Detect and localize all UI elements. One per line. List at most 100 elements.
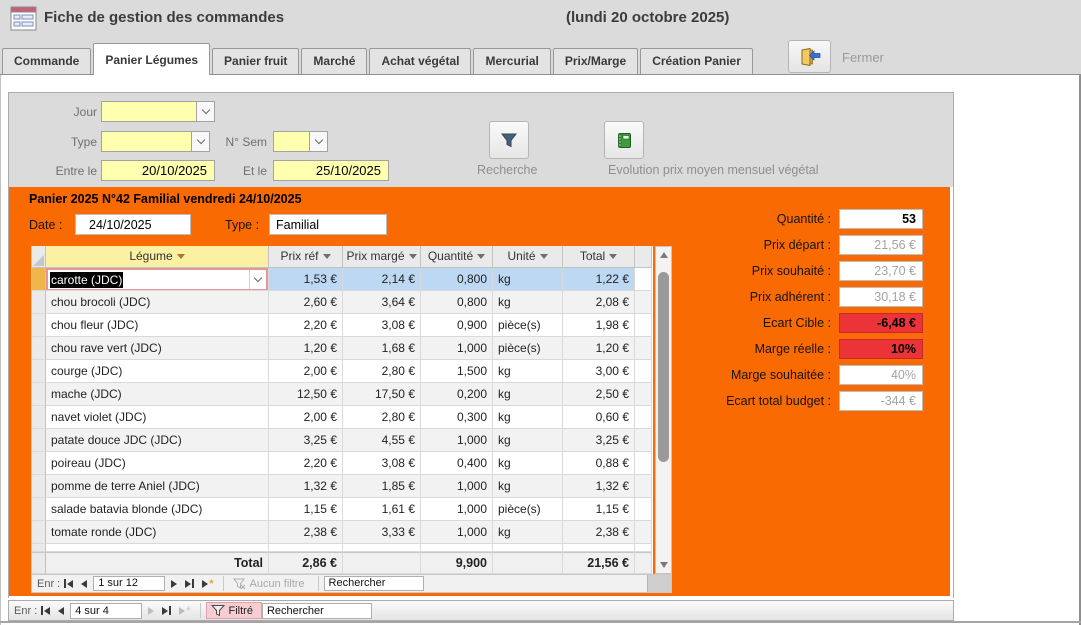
table-row[interactable]: mache (JDC)12,50 €17,50 €0,200kg2,50 € [32, 383, 653, 406]
record-position[interactable]: 1 sur 12 [93, 576, 165, 591]
cell-prix-marge[interactable]: 1,61 € [343, 498, 421, 521]
cell-legume[interactable]: salade batavia blonde (JDC) [46, 498, 269, 521]
table-row[interactable]: chou fleur (JDC)2,20 €3,08 €0,900pièce(s… [32, 314, 653, 337]
row-selector[interactable] [32, 521, 46, 544]
cell-legume[interactable]: chou fleur (JDC) [46, 314, 269, 337]
column-dropdown-icon[interactable] [540, 254, 548, 259]
table-row[interactable]: tomate ronde (JDC)2,38 €3,33 €1,000kg2,3… [32, 521, 653, 544]
tab-march-[interactable]: Marché [301, 48, 367, 74]
filtered-button[interactable]: Filtré [206, 602, 262, 619]
select-all-corner[interactable] [32, 246, 46, 268]
cell-quantite[interactable]: 1,000 [421, 521, 493, 544]
type-dropdown-button[interactable] [191, 132, 209, 151]
last-record-button[interactable] [162, 606, 171, 615]
record-position[interactable]: 4 sur 4 [70, 603, 142, 619]
table-row[interactable]: chou brocoli (JDC)2,60 €3,64 €0,800kg2,0… [32, 291, 653, 314]
cell-prix-marge[interactable]: 2,80 € [343, 406, 421, 429]
cell-legume[interactable]: mache (JDC) [46, 383, 269, 406]
column-header-5[interactable]: Unité [493, 246, 563, 268]
cell-quantite[interactable]: 0,300 [421, 406, 493, 429]
summary-value[interactable]: 23,70 € [839, 261, 923, 281]
column-header-1[interactable]: Légume [46, 246, 269, 268]
form-search-input[interactable]: Rechercher [262, 603, 372, 619]
cell-prix-ref[interactable]: 2,20 € [269, 314, 343, 337]
summary-value[interactable]: 30,18 € [839, 287, 923, 307]
row-selector[interactable] [32, 360, 46, 383]
summary-value[interactable]: 40% [839, 365, 923, 385]
cell-legume[interactable]: chou brocoli (JDC) [46, 291, 269, 314]
cell-quantite[interactable]: 1,000 [421, 498, 493, 521]
type-combobox[interactable] [101, 131, 210, 152]
row-selector[interactable] [32, 429, 46, 452]
entre-le-date-field[interactable]: 20/10/2025 [101, 160, 215, 181]
cell-unite[interactable]: kg [493, 268, 563, 291]
table-row[interactable]: chou rave vert (JDC)1,20 €1,68 €1,000piè… [32, 337, 653, 360]
cell-prix-marge[interactable]: 4,55 € [343, 429, 421, 452]
table-row[interactable]: pomme de terre Aniel (JDC)1,32 €1,85 €1,… [32, 475, 653, 498]
summary-value[interactable]: 21,56 € [839, 235, 923, 255]
jour-combobox[interactable] [101, 101, 215, 122]
cell-prix-ref[interactable]: 1,53 € [269, 268, 343, 291]
row-selector[interactable] [32, 475, 46, 498]
cell-legume[interactable]: navet violet (JDC) [46, 406, 269, 429]
table-row[interactable]: poireau (JDC)2,20 €3,08 €0,400kg0,88 € [32, 452, 653, 475]
cell-unite[interactable]: kg [493, 429, 563, 452]
summary-value[interactable]: 53 [839, 209, 923, 229]
cell-prix-marge[interactable]: 3,08 € [343, 314, 421, 337]
tab-panier-fruit[interactable]: Panier fruit [212, 48, 299, 74]
new-record-row[interactable] [32, 544, 653, 552]
column-header-4[interactable]: Quantité [421, 246, 493, 268]
cell-quantite[interactable]: 0,400 [421, 452, 493, 475]
cell-quantite[interactable]: 1,500 [421, 360, 493, 383]
column-dropdown-icon[interactable] [323, 254, 331, 259]
cell-legume[interactable]: chou rave vert (JDC) [46, 337, 269, 360]
cell-quantite[interactable]: 1,000 [421, 337, 493, 360]
cell-total[interactable]: 3,25 € [563, 429, 635, 452]
cell-quantite[interactable]: 0,800 [421, 291, 493, 314]
row-selector[interactable] [32, 498, 46, 521]
cell-unite[interactable]: pièce(s) [493, 314, 563, 337]
row-selector[interactable] [32, 544, 46, 552]
cell-quantite[interactable]: 0,800 [421, 268, 493, 291]
legume-combobox[interactable]: carotte (JDC) [46, 268, 268, 291]
recherche-button[interactable] [489, 121, 529, 159]
summary-value[interactable]: 10% [839, 339, 923, 359]
new-record-button[interactable]: * [179, 607, 190, 615]
subform-search-input[interactable]: Rechercher [324, 576, 424, 591]
row-selector[interactable] [32, 268, 46, 291]
cell-total[interactable]: 1,15 € [563, 498, 635, 521]
date-field[interactable]: 24/10/2025 [75, 214, 191, 235]
scroll-down-arrow[interactable] [656, 557, 671, 573]
cell-prix-ref[interactable]: 2,38 € [269, 521, 343, 544]
cell-prix-marge[interactable]: 17,50 € [343, 383, 421, 406]
sem-combobox[interactable] [273, 131, 328, 152]
new-record-button[interactable]: * [202, 580, 213, 588]
cell-quantite[interactable]: 0,200 [421, 383, 493, 406]
cell-prix-ref[interactable]: 1,20 € [269, 337, 343, 360]
tab-cr-ation-panier[interactable]: Création Panier [640, 48, 753, 74]
cell-legume[interactable]: courge (JDC) [46, 360, 269, 383]
cell-prix-ref[interactable]: 2,20 € [269, 452, 343, 475]
table-row[interactable]: carotte (JDC)1,53 €2,14 €0,800kg1,22 € [32, 268, 653, 291]
cell-unite[interactable]: kg [493, 475, 563, 498]
cell-legume[interactable]: patate douce JDC (JDC) [46, 429, 269, 452]
cell-unite[interactable]: kg [493, 452, 563, 475]
cell-prix-ref[interactable]: 2,00 € [269, 406, 343, 429]
table-row[interactable]: courge (JDC)2,00 €2,80 €1,500kg3,00 € [32, 360, 653, 383]
tab-achat-v-g-tal[interactable]: Achat végétal [369, 48, 471, 74]
table-row[interactable]: patate douce JDC (JDC)3,25 €4,55 €1,000k… [32, 429, 653, 452]
cell-unite[interactable]: kg [493, 291, 563, 314]
tab-mercurial[interactable]: Mercurial [473, 48, 550, 74]
cell-total[interactable]: 0,88 € [563, 452, 635, 475]
tab-prix-marge[interactable]: Prix/Marge [553, 48, 638, 74]
cell-prix-marge[interactable]: 1,68 € [343, 337, 421, 360]
next-record-button[interactable] [171, 580, 177, 588]
prev-record-button[interactable] [58, 607, 64, 615]
legume-dropdown-button[interactable] [249, 270, 266, 289]
evolution-button[interactable] [604, 121, 644, 159]
tab-panier-l-gumes[interactable]: Panier Légumes [93, 43, 210, 75]
last-record-button[interactable] [185, 579, 194, 588]
cell-prix-marge[interactable]: 1,85 € [343, 475, 421, 498]
cell-prix-marge[interactable]: 3,64 € [343, 291, 421, 314]
cell-prix-ref[interactable]: 1,32 € [269, 475, 343, 498]
